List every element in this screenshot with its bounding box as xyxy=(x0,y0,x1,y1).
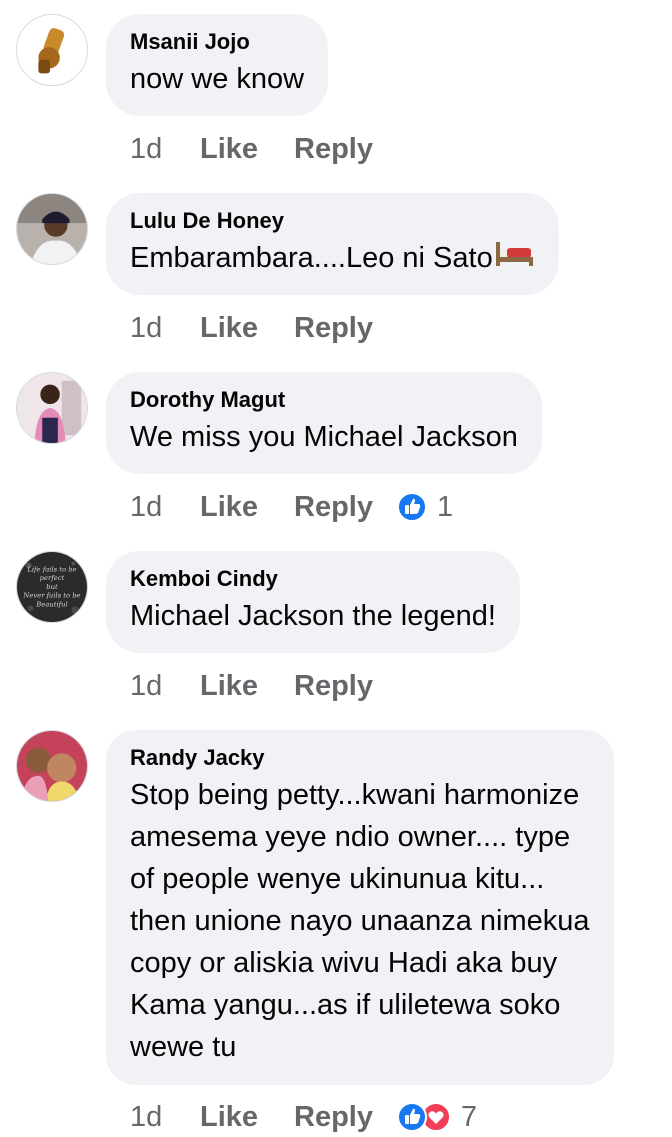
reaction-count: 1 xyxy=(436,490,454,523)
avatar-dorothy-magut[interactable] xyxy=(16,372,88,444)
comment-time[interactable]: 1d xyxy=(130,133,200,166)
thumbs-up-icon xyxy=(396,1102,427,1132)
comment-author[interactable]: Randy Jacky xyxy=(130,744,590,772)
comment-text: Michael Jackson the legend! xyxy=(130,600,496,632)
reaction-count: 7 xyxy=(460,1100,478,1133)
comment-actions: 1d Like Reply 1 xyxy=(130,487,453,527)
reaction-summary[interactable]: 7 xyxy=(396,1100,478,1134)
comment-actions: 1d Like Reply 7 xyxy=(130,1097,477,1137)
comment-time[interactable]: 1d xyxy=(130,312,200,345)
comment-text-line: Kama yangu...as if uliletewa soko xyxy=(130,989,561,1021)
comment-bubble: Msanii Jojo now we know xyxy=(106,14,329,116)
comment-text: We miss you Michael Jackson xyxy=(130,421,518,453)
reply-button[interactable]: Reply xyxy=(294,1101,373,1134)
avatar-quote-line: Never fails to be xyxy=(22,592,80,600)
comment-actions: 1d Like Reply xyxy=(130,308,373,348)
reply-button[interactable]: Reply xyxy=(294,491,373,524)
comment-bubble: Dorothy Magut We miss you Michael Jackso… xyxy=(106,372,542,474)
like-button[interactable]: Like xyxy=(200,312,294,345)
avatar-image xyxy=(17,15,87,85)
thumbs-up-icon xyxy=(396,492,427,522)
comment-text-line: of people wenye ukinunua kitu... xyxy=(130,863,545,895)
comment-time[interactable]: 1d xyxy=(130,491,200,524)
bed-emoji xyxy=(495,238,535,280)
reply-button[interactable]: Reply xyxy=(294,312,373,345)
like-button[interactable]: Like xyxy=(200,133,294,166)
comment-author[interactable]: Msanii Jojo xyxy=(130,28,304,56)
like-button[interactable]: Like xyxy=(200,491,294,524)
comment-author[interactable]: Lulu De Honey xyxy=(130,207,535,235)
avatar-msanii-jojo[interactable] xyxy=(16,14,88,86)
avatar-image xyxy=(17,373,87,443)
comment-text-line: Stop being petty...kwani harmonize xyxy=(130,779,580,811)
avatar-quote-line: Life fails to be xyxy=(26,565,76,573)
avatar-image: Life fails to be perfect but Never fails… xyxy=(17,552,87,622)
comment-text: Embarambara....Leo ni Sato xyxy=(130,242,493,274)
avatar-image xyxy=(17,194,87,264)
comment-text-line: wewe tu xyxy=(130,1031,237,1063)
comment-time[interactable]: 1d xyxy=(130,670,200,703)
reply-button[interactable]: Reply xyxy=(294,670,373,703)
reaction-summary[interactable]: 1 xyxy=(396,490,454,524)
comment-text-line: Embarambara....Leo ni Sato xyxy=(130,237,535,280)
avatar-image xyxy=(17,731,87,801)
comment-time[interactable]: 1d xyxy=(130,1101,200,1134)
like-button[interactable]: Like xyxy=(200,1101,294,1134)
comment-actions: 1d Like Reply xyxy=(130,666,373,706)
comment-bubble: Kemboi Cindy Michael Jackson the legend! xyxy=(106,551,520,653)
avatar-quote-line: perfect xyxy=(40,574,65,582)
reply-button[interactable]: Reply xyxy=(294,133,373,166)
comment-author[interactable]: Dorothy Magut xyxy=(130,386,518,414)
comment-bubble: Lulu De Honey Embarambara....Leo ni Sato xyxy=(106,193,559,295)
avatar-quote-line: but xyxy=(46,583,58,591)
comment-bubble: Randy Jacky Stop being petty...kwani har… xyxy=(106,730,614,1085)
comment-actions: 1d Like Reply xyxy=(130,129,373,169)
comment-author[interactable]: Kemboi Cindy xyxy=(130,565,496,593)
avatar-lulu-de-honey[interactable] xyxy=(16,193,88,265)
comment-text-line: amesema yeye ndio owner.... type xyxy=(130,821,571,853)
comment-text: now we know xyxy=(130,63,305,95)
comment-text-line: copy or aliskia wivu Hadi aka buy xyxy=(130,947,558,979)
avatar-kemboi-cindy[interactable]: Life fails to be perfect but Never fails… xyxy=(16,551,88,623)
comment-text-line: then unione nayo unaanza nimekua xyxy=(130,905,590,937)
avatar-randy-jacky[interactable] xyxy=(16,730,88,802)
like-button[interactable]: Like xyxy=(200,670,294,703)
avatar-quote-line: Beautiful xyxy=(35,600,67,608)
